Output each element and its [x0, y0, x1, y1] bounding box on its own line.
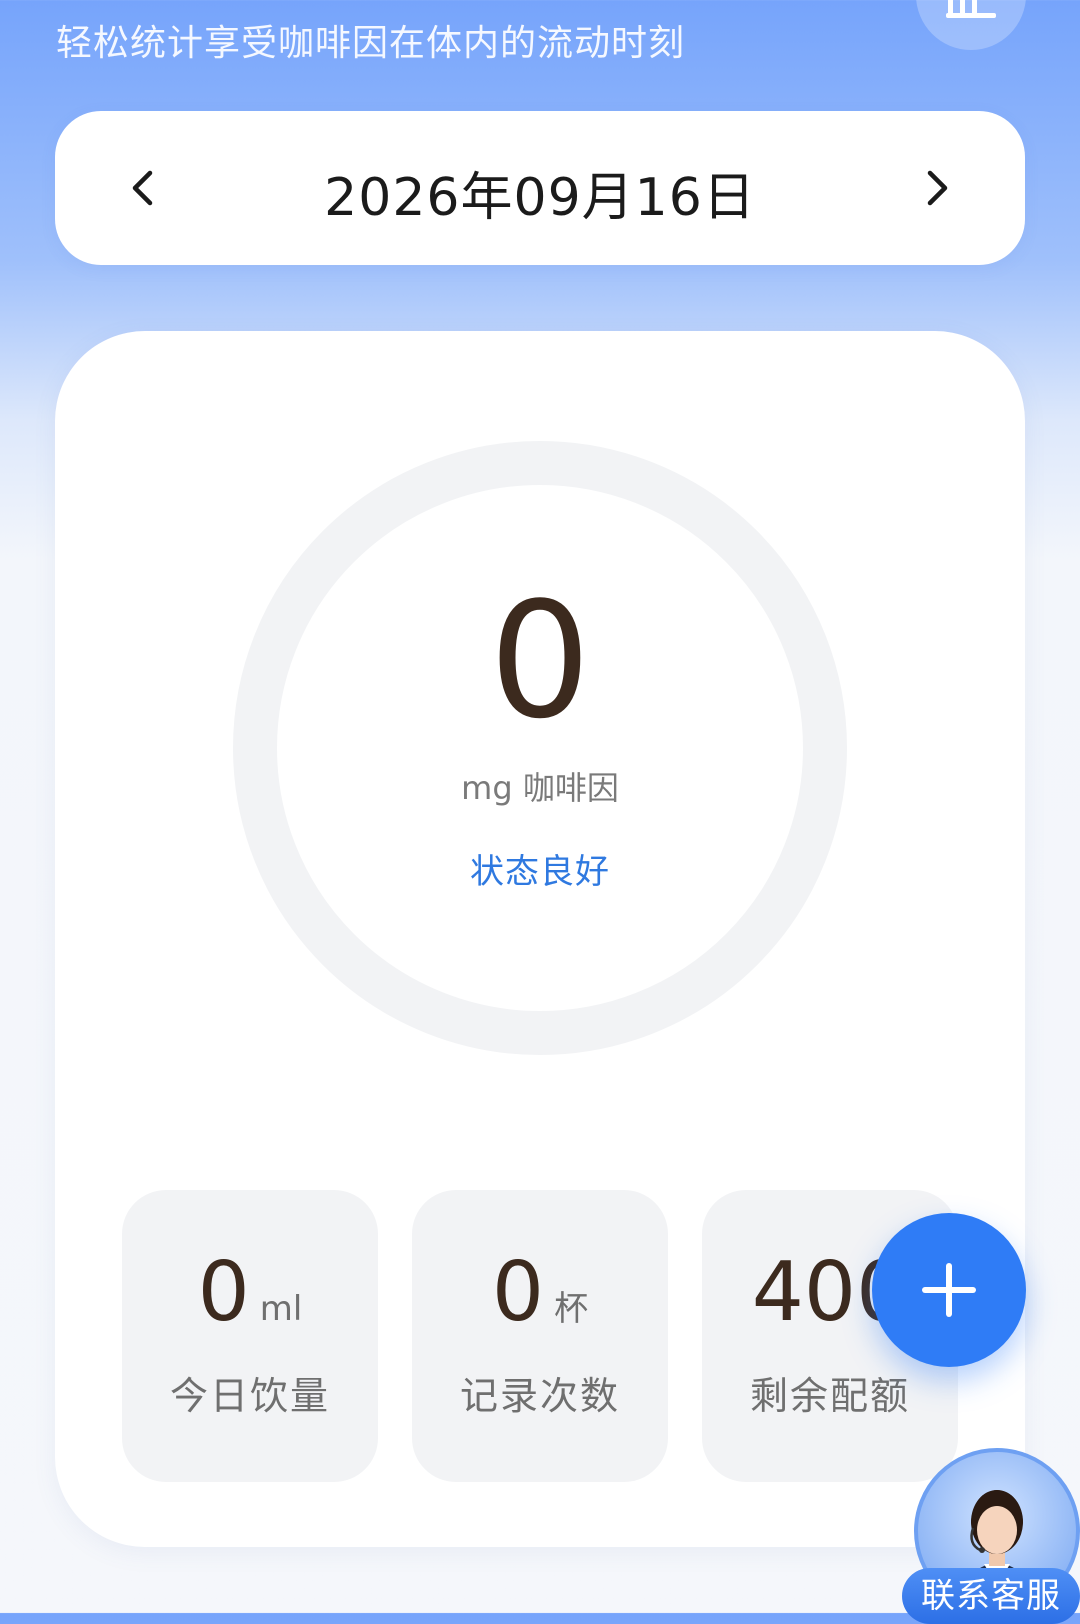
caffeine-summary-card: 0 mg 咖啡因 状态良好 0 ml 今日饮量 0杯 记录次数 400 剩余配额 — [55, 331, 1025, 1547]
stat-card-record-count: 0杯 记录次数 — [412, 1190, 668, 1482]
bar-chart-icon — [946, 0, 996, 18]
statistics-button[interactable] — [916, 0, 1026, 50]
caffeine-unit: mg 咖啡因 — [461, 769, 619, 807]
stat-label: 记录次数 — [459, 1374, 620, 1418]
stat-label: 剩余配额 — [749, 1374, 910, 1418]
chevron-right-icon — [927, 170, 948, 206]
stat-value: 0 — [197, 1245, 250, 1340]
stat-value: 0 — [491, 1245, 545, 1340]
add-record-button[interactable] — [872, 1213, 1026, 1367]
plus-icon — [922, 1263, 976, 1317]
stat-unit: ml — [259, 1289, 303, 1329]
current-date[interactable]: 2026年09月16日 — [55, 155, 1025, 230]
date-navigator: 2026年09月16日 — [55, 111, 1025, 265]
caffeine-amount: 0 — [489, 567, 591, 754]
next-day-button[interactable] — [911, 163, 961, 213]
stat-card-today-volume: 0 ml 今日饮量 — [122, 1190, 378, 1482]
status-text: 状态良好 — [470, 852, 610, 892]
contact-customer-service-button[interactable]: 联系客服 — [902, 1568, 1080, 1624]
stat-label: 今日饮量 — [169, 1374, 330, 1418]
app-subtitle: 轻松统计享受咖啡因在体内的流动时刻 — [56, 23, 686, 64]
stat-unit: 杯 — [554, 1289, 589, 1329]
